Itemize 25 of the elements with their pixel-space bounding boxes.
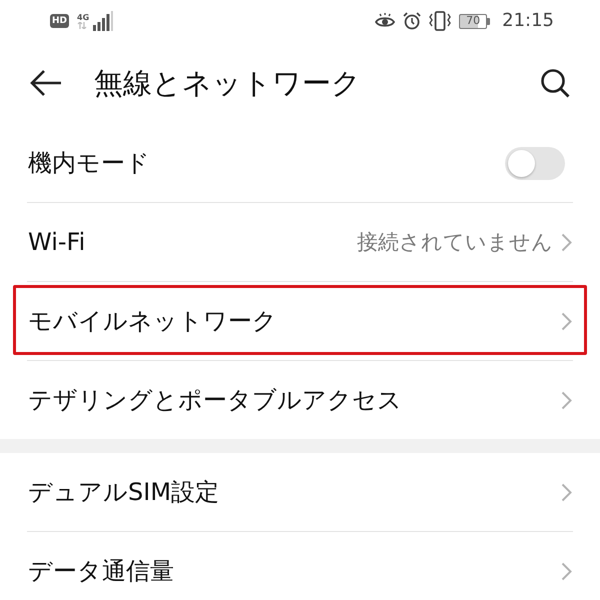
setting-label[interactable]: Wi-Fi [28,227,86,257]
chevron-icon [561,232,572,252]
setting-label[interactable]: デュアルSIM設定 [28,477,220,507]
data-arrows-icon [77,22,88,29]
chevron-icon [561,390,572,410]
setting-label[interactable]: データ通信量 [28,556,174,586]
setting-label[interactable]: テザリングとポータブルアクセス [28,385,402,415]
battery-indicator: 70 [459,14,490,28]
page-title: 無線とネットワーク [94,65,361,101]
search-button[interactable] [540,68,570,98]
network-type-label: 4G [77,13,90,22]
back-button[interactable] [30,70,62,96]
alarm-clock-icon [403,12,422,30]
setting-value: 接続されていません [357,229,553,256]
signal-icon [93,11,114,31]
chevron-icon [561,482,572,502]
toggle-switch[interactable] [505,146,565,180]
chevron-icon [561,562,572,580]
status-time: 21:15 [502,10,554,32]
eye-icon [375,13,396,29]
setting-label[interactable]: モバイルネットワーク [28,306,277,336]
setting-label[interactable]: 機内モード [28,148,150,178]
vibrate-icon [429,11,452,31]
chevron-icon [561,312,572,330]
hd-badge: HD [50,14,70,28]
